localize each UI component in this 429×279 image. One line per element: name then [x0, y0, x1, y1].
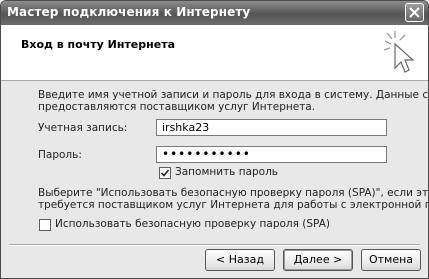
- remember-password-checkbox[interactable]: [159, 167, 171, 179]
- password-input[interactable]: •••••••••••: [156, 146, 387, 163]
- close-button[interactable]: [405, 3, 424, 22]
- spa-checkbox[interactable]: [39, 219, 51, 231]
- footer-divider: [9, 244, 420, 246]
- spa-checkbox-label[interactable]: Использовать безопасную проверку пароля …: [55, 218, 330, 230]
- window-title: Мастер подключения к Интернету: [7, 5, 251, 19]
- account-label: Учетная запись:: [38, 122, 128, 134]
- sparkle-cursor-icon: [383, 31, 415, 73]
- wizard-header: Вход в почту Интернета: [1, 25, 428, 81]
- intro-text-line1: Введите имя учетной записи и пароль для …: [38, 89, 429, 101]
- spa-note-line2: требуется поставщиком услуг Интернета дл…: [38, 199, 429, 211]
- cancel-button[interactable]: Отмена: [361, 249, 421, 271]
- next-button[interactable]: Далее >: [283, 249, 353, 271]
- account-input[interactable]: irshka23: [156, 119, 387, 136]
- password-label: Пароль:: [38, 149, 82, 161]
- page-title: Вход в почту Интернета: [21, 38, 175, 51]
- remember-password-label[interactable]: Запомнить пароль: [175, 166, 278, 178]
- wizard-window: Мастер подключения к Интернету Вход в по…: [0, 0, 429, 279]
- intro-text-line2: предоставляются поставщиком услуг Интерн…: [38, 101, 316, 113]
- checkmark-icon: [161, 169, 169, 177]
- close-icon: [409, 7, 420, 18]
- title-bar[interactable]: Мастер подключения к Интернету: [1, 1, 428, 25]
- spa-note-line1: Выберите "Использовать безопасную провер…: [38, 187, 429, 199]
- back-button[interactable]: < Назад: [205, 249, 275, 271]
